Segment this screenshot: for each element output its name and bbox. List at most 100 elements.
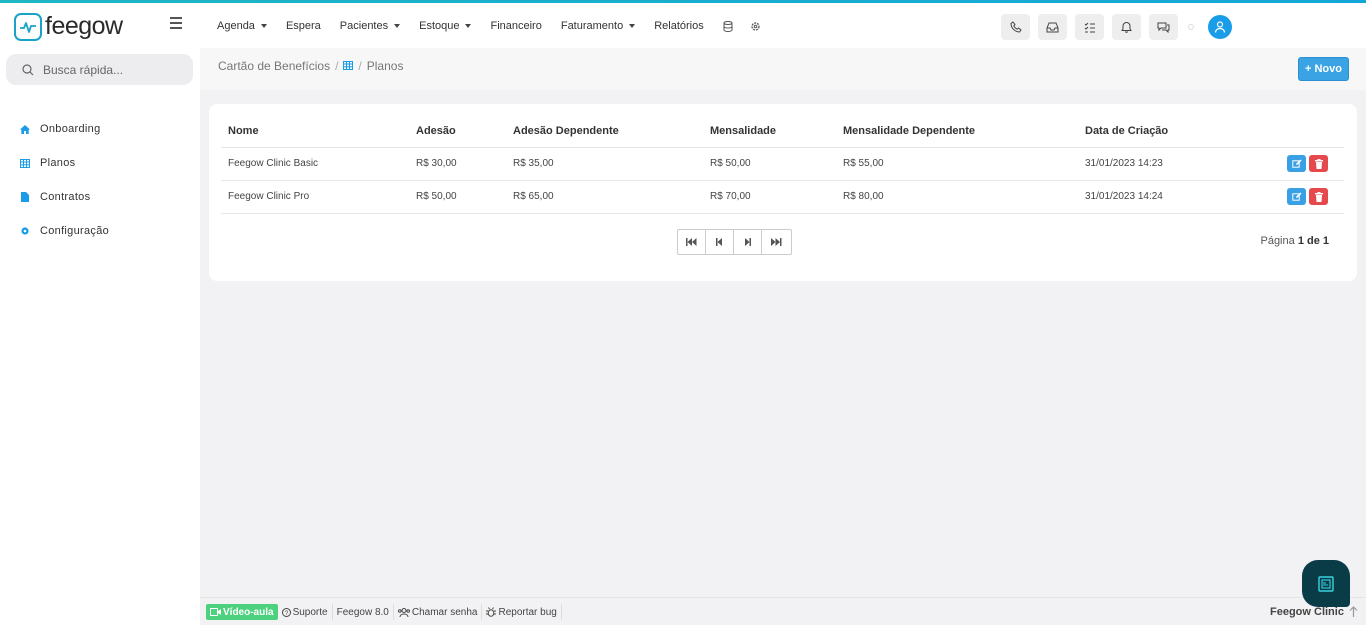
table-icon bbox=[20, 158, 30, 168]
notifications-button[interactable] bbox=[1112, 14, 1141, 40]
nav-espera[interactable]: Espera bbox=[286, 20, 321, 32]
first-page-button[interactable] bbox=[678, 230, 706, 254]
feegow-logo[interactable]: feegow bbox=[14, 12, 123, 41]
floating-action-button[interactable] bbox=[1302, 560, 1350, 607]
prev-page-icon bbox=[716, 238, 722, 246]
plans-table: Nome Adesão Adesão Dependente Mensalidad… bbox=[221, 116, 1344, 214]
edit-icon bbox=[1291, 192, 1301, 201]
breadcrumb-current: Planos bbox=[366, 59, 404, 73]
nav-relatorios[interactable]: Relatórios bbox=[654, 20, 704, 32]
cell-actions bbox=[1250, 147, 1344, 181]
table-icon bbox=[343, 59, 354, 73]
cell-actions bbox=[1250, 180, 1344, 214]
users-icon bbox=[397, 607, 410, 617]
col-nome: Nome bbox=[221, 116, 409, 148]
heartbeat-icon bbox=[14, 12, 42, 41]
search-input[interactable] bbox=[43, 62, 183, 77]
chat-button[interactable] bbox=[1149, 14, 1178, 40]
chat-icon bbox=[1157, 22, 1170, 33]
delete-button[interactable] bbox=[1309, 155, 1328, 172]
cell-mensalidade-dependente: R$ 55,00 bbox=[836, 147, 1078, 181]
nav-pacientes[interactable]: Pacientes bbox=[340, 20, 401, 32]
cell-nome: Feegow Clinic Basic bbox=[221, 147, 409, 181]
col-adesao-dependente: Adesão Dependente bbox=[506, 116, 703, 148]
cell-mensalidade: R$ 50,00 bbox=[703, 147, 836, 181]
call-password-button[interactable]: Chamar senha bbox=[394, 604, 483, 620]
sidebar-item-onboarding[interactable]: Onboarding bbox=[20, 112, 109, 146]
sidebar: Onboarding Planos Contratos Configuração bbox=[0, 48, 200, 625]
database-icon[interactable] bbox=[723, 20, 733, 32]
header-tools bbox=[1001, 14, 1232, 40]
user-icon bbox=[1214, 21, 1226, 33]
checklist-icon bbox=[1084, 22, 1095, 32]
edit-button[interactable] bbox=[1287, 188, 1306, 205]
search-icon bbox=[22, 63, 34, 75]
table-row: Feegow Clinic Pro R$ 50,00 R$ 65,00 R$ 7… bbox=[221, 180, 1344, 214]
table-row: Feegow Clinic Basic R$ 30,00 R$ 35,00 R$… bbox=[221, 147, 1344, 181]
nav-estoque[interactable]: Estoque bbox=[419, 20, 472, 32]
new-plan-button[interactable]: + Novo bbox=[1298, 57, 1349, 81]
video-lesson-button[interactable]: Vídeo-aula bbox=[206, 604, 278, 620]
breadcrumb: Cartão de Benefícios / / Planos bbox=[218, 59, 404, 73]
bug-icon bbox=[486, 607, 497, 617]
cell-adesao-dependente: R$ 35,00 bbox=[506, 147, 703, 181]
edit-icon bbox=[1291, 159, 1301, 168]
sidebar-item-planos[interactable]: Planos bbox=[20, 146, 109, 180]
trash-icon bbox=[1314, 191, 1323, 202]
cell-adesao: R$ 30,00 bbox=[409, 147, 506, 181]
bell-icon bbox=[1121, 22, 1132, 33]
scroll-top-icon[interactable] bbox=[1349, 606, 1358, 620]
app-header: feegow Agenda Espera Pacientes Estoque F… bbox=[0, 3, 1366, 48]
inbox-button[interactable] bbox=[1038, 14, 1067, 40]
last-page-icon bbox=[771, 238, 782, 246]
cell-adesao-dependente: R$ 65,00 bbox=[506, 180, 703, 214]
cell-mensalidade-dependente: R$ 80,00 bbox=[836, 180, 1078, 214]
sidebar-menu: Onboarding Planos Contratos Configuração bbox=[20, 112, 109, 248]
settings-icon[interactable] bbox=[750, 21, 761, 32]
caret-down-icon bbox=[394, 24, 401, 28]
plans-card: Nome Adesão Adesão Dependente Mensalidad… bbox=[209, 104, 1357, 281]
delete-button[interactable] bbox=[1309, 188, 1328, 205]
phone-icon bbox=[1009, 21, 1022, 33]
next-page-button[interactable] bbox=[734, 230, 762, 254]
inbox-icon bbox=[1046, 22, 1059, 32]
trash-icon bbox=[1314, 158, 1323, 169]
gear-icon bbox=[20, 226, 30, 236]
prev-page-button[interactable] bbox=[706, 230, 734, 254]
col-adesao: Adesão bbox=[409, 116, 506, 148]
app-name: feegow bbox=[45, 12, 123, 40]
col-mensalidade-dependente: Mensalidade Dependente bbox=[836, 116, 1078, 148]
status-dot-icon bbox=[1188, 24, 1194, 30]
nav-financeiro[interactable]: Financeiro bbox=[490, 20, 541, 32]
user-avatar[interactable] bbox=[1208, 15, 1232, 39]
caret-down-icon bbox=[260, 24, 267, 28]
caret-down-icon bbox=[629, 24, 636, 28]
report-bug-button[interactable]: Reportar bug bbox=[482, 604, 562, 620]
breadcrumb-root[interactable]: Cartão de Benefícios bbox=[218, 59, 330, 73]
sidebar-item-contratos[interactable]: Contratos bbox=[20, 180, 109, 214]
tasks-button[interactable] bbox=[1075, 14, 1104, 40]
file-icon bbox=[20, 192, 30, 202]
first-page-icon bbox=[686, 238, 697, 246]
clinic-name: Feegow Clinic bbox=[1270, 606, 1344, 618]
table-header-row: Nome Adesão Adesão Dependente Mensalidad… bbox=[221, 116, 1344, 148]
cell-mensalidade: R$ 70,00 bbox=[703, 180, 836, 214]
cell-data-criacao: 31/01/2023 14:23 bbox=[1078, 147, 1250, 181]
version-label: Feegow 8.0 bbox=[333, 604, 394, 620]
sidebar-item-configuracao[interactable]: Configuração bbox=[20, 214, 109, 248]
caret-down-icon bbox=[465, 24, 472, 28]
col-data-criacao: Data de Criação bbox=[1078, 116, 1250, 148]
nav-faturamento[interactable]: Faturamento bbox=[561, 20, 636, 32]
col-actions bbox=[1250, 116, 1344, 148]
cell-nome: Feegow Clinic Pro bbox=[221, 180, 409, 214]
pagination bbox=[677, 229, 792, 255]
phone-button[interactable] bbox=[1001, 14, 1030, 40]
last-page-button[interactable] bbox=[762, 230, 791, 254]
cell-adesao: R$ 50,00 bbox=[409, 180, 506, 214]
menu-toggle-icon[interactable] bbox=[170, 17, 182, 29]
support-button[interactable]: ? Suporte bbox=[278, 604, 333, 620]
footer-bar: Vídeo-aula ? Suporte Feegow 8.0 Chamar s… bbox=[200, 597, 1366, 625]
main-nav: Agenda Espera Pacientes Estoque Financei… bbox=[217, 20, 778, 32]
nav-agenda[interactable]: Agenda bbox=[217, 20, 267, 32]
edit-button[interactable] bbox=[1287, 155, 1306, 172]
